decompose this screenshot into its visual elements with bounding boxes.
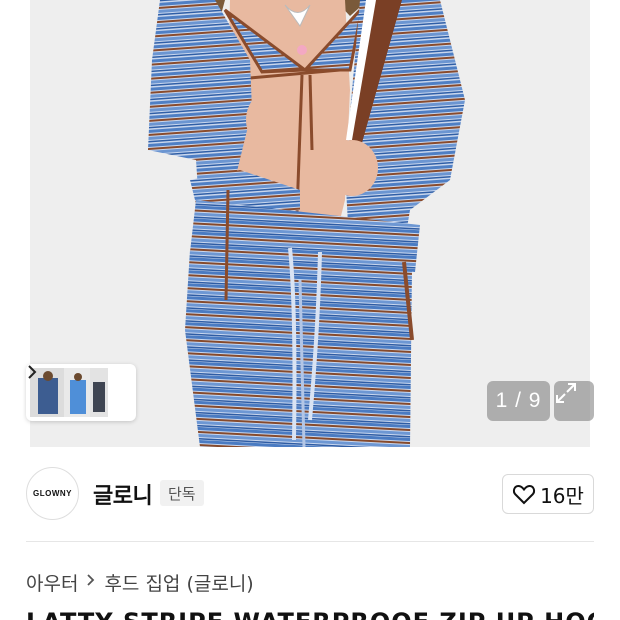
like-count: 16만 — [540, 483, 584, 508]
thumbnail-previews[interactable] — [30, 368, 108, 417]
heart-outline-icon — [513, 484, 536, 505]
exclusive-badge: 단독 — [160, 480, 204, 506]
image-counter: 1 / 9 — [487, 381, 550, 421]
product-image[interactable]: 1 / 9 — [0, 0, 620, 447]
thumbnail-images — [30, 368, 108, 417]
thumbnail-strip[interactable] — [26, 364, 136, 421]
product-title: LATTY STRIPE WATERPROOF ZIP UP HOODIE — [26, 610, 594, 620]
chevron-right-icon — [86, 572, 96, 593]
divider — [26, 541, 594, 542]
breadcrumb-item-outer[interactable]: 아우터 — [26, 569, 78, 596]
brand-logo[interactable]: GLOWNY — [26, 467, 79, 520]
expand-icon[interactable] — [554, 381, 594, 421]
breadcrumb-item-hood-zipup[interactable]: 후드 집업 (글로니) — [104, 569, 253, 596]
breadcrumb: 아우터 후드 집업 (글로니) — [26, 568, 254, 596]
chevron-right-icon[interactable] — [28, 365, 132, 405]
brand-logo-text: GLOWNY — [33, 489, 72, 498]
like-button[interactable]: 16만 — [502, 474, 594, 514]
product-title-text: LATTY STRIPE WATERPROOF ZIP UP HOODIE — [26, 610, 594, 620]
brand-name[interactable]: 글로니 — [93, 478, 153, 510]
